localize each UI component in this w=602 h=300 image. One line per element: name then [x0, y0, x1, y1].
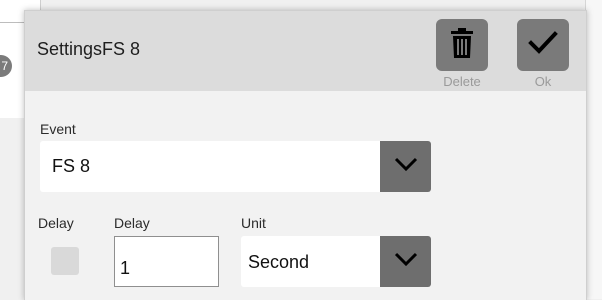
delay-input[interactable] [114, 236, 219, 287]
delay-input-label: Delay [114, 215, 150, 231]
dialog-header: SettingsFS 8 Delete Ok [25, 11, 586, 91]
delete-label: Delete [443, 74, 481, 89]
event-label: Event [40, 121, 76, 137]
settings-dialog: SettingsFS 8 Delete Ok Event FS 8 Delay … [24, 10, 587, 300]
delete-button[interactable] [436, 19, 488, 71]
event-selected-value: FS 8 [52, 156, 91, 176]
background-scroll-area [585, 0, 602, 299]
delay-checkbox-label: Delay [38, 215, 74, 231]
unit-label: Unit [241, 215, 266, 231]
checkmark-icon [528, 30, 558, 61]
delay-checkbox[interactable] [51, 247, 79, 275]
ok-button[interactable] [517, 19, 569, 71]
event-dropdown[interactable]: FS 8 [40, 141, 431, 192]
ok-label: Ok [534, 74, 552, 89]
unit-selected-value: Second [248, 252, 310, 272]
event-dropdown-toggle[interactable] [380, 141, 431, 192]
chevron-down-icon [394, 252, 418, 271]
trash-icon [449, 27, 475, 64]
unit-dropdown[interactable]: Second [241, 236, 431, 287]
unit-dropdown-toggle[interactable] [380, 236, 431, 287]
dialog-title: SettingsFS 8 [37, 39, 141, 59]
chevron-down-icon [394, 157, 418, 176]
